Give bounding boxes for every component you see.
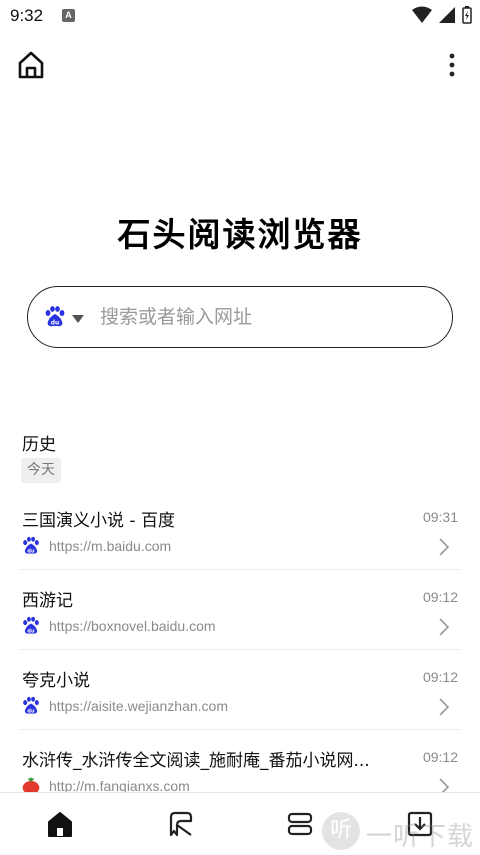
engine-dropdown-caret-icon[interactable] [72, 315, 84, 323]
status-time: 9:32 [10, 6, 44, 25]
history-item-title: 水浒传_水浒传全文阅读_施耐庵_番茄小说网... [22, 751, 370, 771]
home-button[interactable] [16, 50, 46, 80]
chevron-right-icon[interactable] [438, 537, 450, 557]
nav-bookmark-button[interactable] [165, 809, 195, 839]
search-input[interactable] [100, 301, 430, 333]
more-vert-icon [449, 53, 455, 77]
history-item[interactable]: 夸克小说 09:12 du https://aisite.wejianzhan.… [20, 650, 460, 730]
baidu-icon[interactable]: du [43, 305, 67, 329]
history-item-time: 09:31 [422, 509, 458, 525]
bookmark-icon [169, 811, 193, 837]
signal-icon [439, 7, 455, 23]
battery-icon [462, 6, 472, 24]
svg-text:du: du [27, 708, 35, 714]
history-item-time: 09:12 [422, 669, 458, 685]
wifi-icon [412, 6, 432, 23]
watermark: 听 一听下载 [322, 812, 480, 852]
baidu-icon: du [23, 696, 39, 714]
watermark-text: 一听下载 [366, 822, 475, 852]
baidu-icon: du [23, 536, 39, 554]
tabs-icon [287, 812, 313, 836]
history-item[interactable]: 西游记 09:12 du https://boxnovel.baidu.com [20, 570, 460, 650]
brand-title: 石头阅读浏览器 [117, 215, 363, 254]
chevron-right-icon[interactable] [438, 617, 450, 637]
notification-icon: A [62, 9, 75, 22]
history-item[interactable]: 三国演义小说 - 百度 09:31 du https://m.baidu.com [20, 490, 460, 570]
history-list: 三国演义小说 - 百度 09:31 du https://m.baidu.com… [0, 490, 480, 810]
history-item-title: 三国演义小说 - 百度 [22, 511, 175, 531]
svg-text:du: du [27, 628, 35, 634]
history-item-title: 西游记 [22, 591, 73, 611]
watermark-logo: 听 [322, 812, 360, 850]
history-item-time: 09:12 [422, 589, 458, 605]
home-icon [48, 812, 72, 837]
history-item-title: 夸克小说 [22, 671, 90, 691]
home-icon [18, 51, 44, 79]
more-menu-button[interactable] [444, 50, 460, 80]
history-day-label: 今天 [21, 458, 61, 483]
history-item-url: https://aisite.wejianzhan.com [49, 698, 228, 714]
svg-text:du: du [27, 548, 35, 554]
chevron-right-icon[interactable] [438, 697, 450, 717]
nav-home-button[interactable] [45, 809, 75, 839]
history-item-url: https://m.baidu.com [49, 538, 172, 554]
nav-tabs-button[interactable] [285, 809, 315, 839]
svg-text:du: du [51, 320, 60, 327]
status-icons [412, 6, 472, 24]
baidu-icon: du [23, 616, 39, 634]
history-item-time: 09:12 [422, 749, 458, 765]
history-item-url: https://boxnovel.baidu.com [49, 618, 216, 634]
search-bar[interactable]: du [27, 286, 453, 348]
history-heading: 历史 [22, 435, 56, 455]
status-bar: 9:32 A [0, 0, 480, 32]
top-bar [0, 40, 480, 90]
